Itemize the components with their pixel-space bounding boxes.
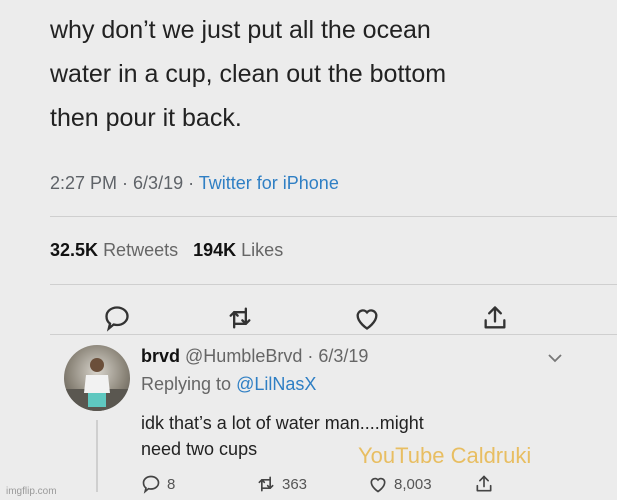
divider bbox=[50, 334, 617, 335]
reply-likes-button[interactable]: 8,003 bbox=[368, 474, 432, 494]
tweet-meta: 2:27 PM · 6/3/19 · Twitter for iPhone bbox=[50, 173, 339, 193]
tweet-date: 6/3/19 bbox=[133, 173, 184, 193]
reply-button[interactable] bbox=[102, 303, 132, 333]
tweet-stats: 32.5K Retweets 194K Likes bbox=[50, 240, 283, 261]
tweet-source-link[interactable]: Twitter for iPhone bbox=[199, 173, 339, 193]
retweets-stat[interactable]: 32.5K Retweets bbox=[50, 240, 178, 260]
divider bbox=[50, 284, 617, 285]
retweet-icon bbox=[258, 476, 274, 492]
tweet-time: 2:27 PM bbox=[50, 173, 118, 193]
reply-icon bbox=[142, 475, 160, 494]
avatar[interactable] bbox=[64, 345, 130, 411]
reply-author-name[interactable]: brvd bbox=[141, 346, 180, 366]
avatar-photo bbox=[64, 358, 130, 411]
chevron-down-icon[interactable] bbox=[545, 350, 565, 366]
tweet-text-line: water in a cup, clean out the bottom bbox=[50, 60, 447, 88]
reply-author-handle[interactable]: @HumbleBrvd bbox=[185, 346, 302, 366]
reply-retweets-button[interactable]: 363 bbox=[256, 474, 307, 494]
replying-to-handle[interactable]: @LilNasX bbox=[236, 374, 316, 394]
retweet-icon bbox=[229, 307, 251, 329]
share-icon bbox=[484, 306, 506, 329]
heart-icon bbox=[370, 477, 386, 493]
reply-likes-count: 8,003 bbox=[394, 475, 432, 493]
thread-line bbox=[96, 420, 98, 492]
reply-retweets-count: 363 bbox=[282, 475, 308, 493]
reply-replies-count: 8 bbox=[167, 475, 176, 493]
reply-replies-button[interactable]: 8 bbox=[141, 474, 175, 494]
retweets-count: 32.5K bbox=[50, 240, 99, 260]
likes-label: Likes bbox=[241, 240, 284, 260]
reply-date: 6/3/19 bbox=[318, 346, 369, 366]
like-button[interactable] bbox=[352, 303, 382, 333]
divider bbox=[50, 216, 617, 217]
tweet-text-line: then pour it back. bbox=[50, 104, 242, 132]
likes-count: 194K bbox=[193, 240, 237, 260]
tweet-body: why don’t we just put all the ocean wate… bbox=[50, 8, 590, 140]
replying-to: Replying to @LilNasX bbox=[141, 374, 316, 395]
share-icon bbox=[476, 475, 492, 492]
reply-share-button[interactable] bbox=[474, 474, 494, 494]
reply-text-line: idk that’s a lot of water man....might bbox=[141, 413, 424, 433]
tweet-text-line: why don’t we just put all the ocean bbox=[50, 16, 431, 44]
heart-icon bbox=[356, 309, 378, 330]
likes-stat[interactable]: 194K Likes bbox=[193, 240, 283, 260]
watermark: YouTube Caldruki bbox=[358, 443, 532, 468]
replying-to-label: Replying to bbox=[141, 374, 232, 394]
imgflip-watermark: imgflip.com bbox=[6, 486, 57, 497]
retweets-label: Retweets bbox=[103, 240, 179, 260]
share-button[interactable] bbox=[480, 303, 510, 333]
reply-icon bbox=[105, 306, 129, 332]
retweet-button[interactable] bbox=[225, 303, 255, 333]
reply-header: brvd @HumbleBrvd · 6/3/19 bbox=[141, 346, 369, 366]
